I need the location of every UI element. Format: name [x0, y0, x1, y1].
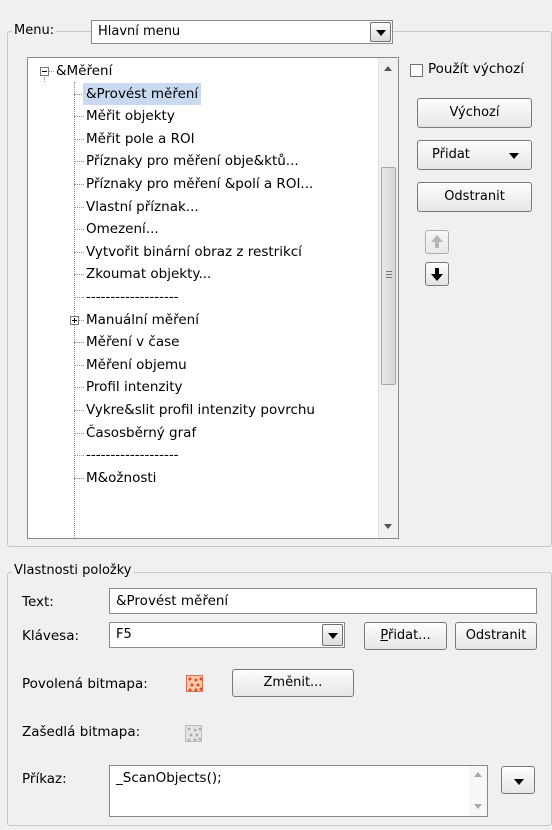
- scroll-thumb[interactable]: [381, 167, 396, 385]
- tree-scrollbar[interactable]: [378, 58, 398, 538]
- tree-child-line: [74, 82, 75, 538]
- tree-item[interactable]: Příznaky pro měření obje&ktů...: [86, 150, 299, 172]
- tree-item[interactable]: &Měření: [56, 60, 112, 82]
- tree-item[interactable]: Měřit pole a ROI: [86, 128, 195, 150]
- enabled-bitmap-label: Povolená bitmapa:: [22, 676, 148, 692]
- tree-connector: [74, 251, 84, 253]
- tree-connector: [74, 387, 84, 389]
- tree-connector: [74, 206, 84, 208]
- tree-connector: [79, 319, 84, 321]
- tree-item[interactable]: Časosběrný graf: [86, 422, 196, 444]
- tree-item-selected[interactable]: &Provést měření: [83, 82, 202, 105]
- command-scrollbar[interactable]: [469, 766, 487, 816]
- properties-title: Vlastnosti položky: [12, 563, 134, 578]
- tree-connector: [74, 161, 84, 163]
- tree-item[interactable]: Manuální měření: [86, 309, 199, 331]
- tree-connector: [74, 364, 84, 366]
- disabled-bitmap-label: Zašedlá bitmapa:: [22, 724, 141, 740]
- command-label: Příkaz:: [22, 771, 67, 787]
- menu-select-value: Hlavní menu: [98, 24, 181, 39]
- use-default-label: Použít výchozí: [428, 61, 524, 77]
- scroll-up-icon[interactable]: [384, 66, 392, 71]
- scroll-down-icon[interactable]: [384, 524, 392, 529]
- menu-select[interactable]: Hlavní menu: [91, 20, 393, 44]
- tree-connector: [74, 342, 84, 344]
- scroll-down-icon[interactable]: [474, 804, 482, 809]
- command-menu-button[interactable]: [501, 766, 535, 794]
- tree-item[interactable]: -------------------: [86, 286, 179, 308]
- menu-tree[interactable]: &Měření &Provést měření Měřit objekty Měřit…: [27, 57, 399, 539]
- tree-item[interactable]: Vytvořit binární obraz z restrikcí: [86, 241, 302, 263]
- arrow-down-icon: [431, 268, 443, 281]
- tree-connector: [74, 274, 84, 276]
- tree-item[interactable]: Měření objemu: [86, 354, 187, 376]
- tree-item[interactable]: Profil intenzity: [86, 376, 183, 398]
- default-button[interactable]: Výchozí: [417, 98, 532, 128]
- tree-item[interactable]: Měření v čase: [86, 331, 179, 353]
- tree-connector: [74, 477, 84, 479]
- tree-connector: [74, 138, 84, 140]
- tree-item[interactable]: Měřit objekty: [86, 105, 175, 127]
- remove-button[interactable]: Odstranit: [417, 182, 532, 212]
- tree-item[interactable]: Omezení...: [86, 218, 159, 240]
- tree-item[interactable]: -------------------: [86, 444, 179, 466]
- enabled-bitmap-image: [186, 675, 203, 692]
- move-down-button[interactable]: [425, 262, 449, 286]
- chevron-down-icon[interactable]: [370, 22, 391, 42]
- chevron-down-icon: [514, 779, 524, 785]
- move-up-button[interactable]: [425, 230, 449, 254]
- tree-connector: [74, 297, 84, 298]
- tree-expand-icon[interactable]: [70, 315, 79, 325]
- add-button-label: Přidat: [432, 147, 470, 162]
- menu-label: Menu:: [12, 23, 57, 38]
- chevron-down-icon[interactable]: [322, 624, 343, 646]
- scroll-up-icon[interactable]: [474, 772, 482, 777]
- tree-item[interactable]: Zkoumat objekty...: [86, 263, 211, 285]
- use-default-checkbox[interactable]: [410, 64, 423, 77]
- disabled-bitmap-image: [185, 725, 202, 742]
- text-label: Text:: [22, 594, 54, 610]
- tree-item[interactable]: Příznaky pro měření &polí a ROI...: [86, 173, 313, 195]
- command-field[interactable]: _ScanObjects();: [109, 765, 488, 817]
- key-add-button[interactable]: Přidat...: [364, 622, 447, 650]
- tree-connector: [74, 184, 84, 185]
- key-select[interactable]: F5: [109, 622, 345, 648]
- command-text: _ScanObjects();: [116, 770, 222, 786]
- key-label: Klávesa:: [22, 628, 80, 644]
- tree-item[interactable]: M&ožnosti: [86, 467, 156, 489]
- tree-item[interactable]: Vlastní příznak...: [86, 196, 199, 218]
- text-field[interactable]: &Provést měření: [109, 588, 537, 614]
- tree-connector: [74, 455, 84, 457]
- key-select-value: F5: [116, 627, 132, 642]
- tree-connector: [74, 116, 84, 118]
- tree-connector: [74, 432, 84, 434]
- add-menu-button[interactable]: Přidat: [417, 140, 532, 170]
- change-bitmap-button[interactable]: Změnit...: [232, 669, 354, 697]
- tree-collapse-icon[interactable]: [40, 67, 49, 76]
- tree-connector: [49, 71, 54, 72]
- key-remove-button[interactable]: Odstranit: [455, 622, 537, 650]
- tree-item[interactable]: Vykre&slit profil intenzity povrchu: [86, 399, 315, 421]
- chevron-down-icon: [509, 153, 519, 159]
- arrow-up-icon: [431, 235, 443, 248]
- tree-connector: [74, 410, 84, 411]
- tree-connector: [74, 229, 84, 231]
